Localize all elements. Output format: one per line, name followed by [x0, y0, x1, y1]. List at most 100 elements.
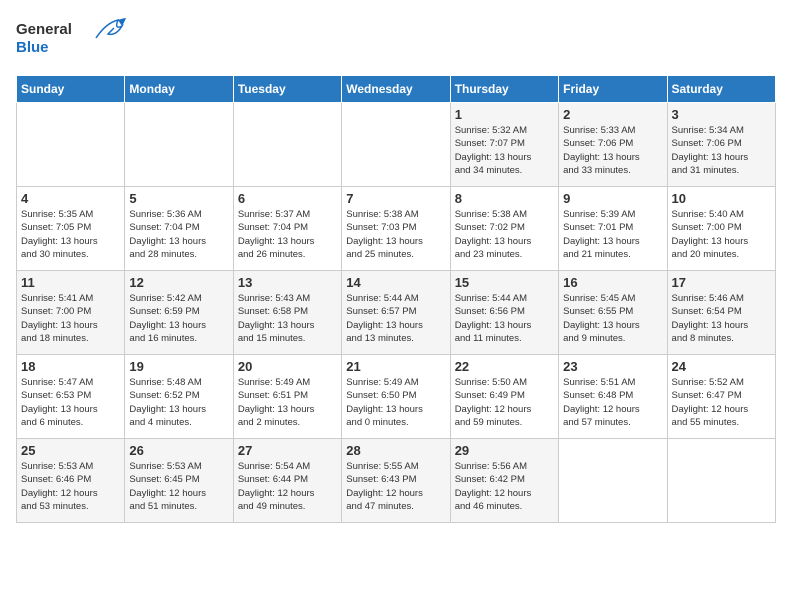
calendar-cell: 8 Sunrise: 5:38 AM Sunset: 7:02 PM Daylig… [450, 187, 558, 271]
day-number: 29 [455, 443, 554, 458]
day-info: Sunrise: 5:55 AM Sunset: 6:43 PM Dayligh… [346, 460, 445, 513]
day-number: 27 [238, 443, 337, 458]
calendar-cell: 22 Sunrise: 5:50 AM Sunset: 6:49 PM Dayli… [450, 355, 558, 439]
day-info: Sunrise: 5:38 AM Sunset: 7:02 PM Dayligh… [455, 208, 554, 261]
calendar-body: 1 Sunrise: 5:32 AM Sunset: 7:07 PM Daylig… [17, 103, 776, 523]
day-number: 26 [129, 443, 228, 458]
calendar-cell: 14 Sunrise: 5:44 AM Sunset: 6:57 PM Dayli… [342, 271, 450, 355]
day-info: Sunrise: 5:48 AM Sunset: 6:52 PM Dayligh… [129, 376, 228, 429]
header-cell-saturday: Saturday [667, 76, 775, 103]
day-info: Sunrise: 5:49 AM Sunset: 6:50 PM Dayligh… [346, 376, 445, 429]
day-number: 9 [563, 191, 662, 206]
header-cell-tuesday: Tuesday [233, 76, 341, 103]
day-info: Sunrise: 5:47 AM Sunset: 6:53 PM Dayligh… [21, 376, 120, 429]
calendar-week-2: 4 Sunrise: 5:35 AM Sunset: 7:05 PM Daylig… [17, 187, 776, 271]
calendar-cell: 7 Sunrise: 5:38 AM Sunset: 7:03 PM Daylig… [342, 187, 450, 271]
day-info: Sunrise: 5:40 AM Sunset: 7:00 PM Dayligh… [672, 208, 771, 261]
day-info: Sunrise: 5:38 AM Sunset: 7:03 PM Dayligh… [346, 208, 445, 261]
calendar-week-1: 1 Sunrise: 5:32 AM Sunset: 7:07 PM Daylig… [17, 103, 776, 187]
calendar-cell [559, 439, 667, 523]
day-number: 11 [21, 275, 120, 290]
calendar-cell: 15 Sunrise: 5:44 AM Sunset: 6:56 PM Dayli… [450, 271, 558, 355]
day-number: 24 [672, 359, 771, 374]
day-number: 14 [346, 275, 445, 290]
calendar-header: SundayMondayTuesdayWednesdayThursdayFrid… [17, 76, 776, 103]
calendar-cell: 13 Sunrise: 5:43 AM Sunset: 6:58 PM Dayli… [233, 271, 341, 355]
day-info: Sunrise: 5:49 AM Sunset: 6:51 PM Dayligh… [238, 376, 337, 429]
day-number: 15 [455, 275, 554, 290]
calendar-week-4: 18 Sunrise: 5:47 AM Sunset: 6:53 PM Dayli… [17, 355, 776, 439]
day-number: 1 [455, 107, 554, 122]
day-number: 21 [346, 359, 445, 374]
day-number: 2 [563, 107, 662, 122]
calendar-cell [342, 103, 450, 187]
calendar-cell [233, 103, 341, 187]
day-number: 3 [672, 107, 771, 122]
day-number: 28 [346, 443, 445, 458]
calendar-cell: 21 Sunrise: 5:49 AM Sunset: 6:50 PM Dayli… [342, 355, 450, 439]
logo: General Blue [16, 16, 136, 65]
header-cell-sunday: Sunday [17, 76, 125, 103]
day-info: Sunrise: 5:46 AM Sunset: 6:54 PM Dayligh… [672, 292, 771, 345]
header-cell-friday: Friday [559, 76, 667, 103]
day-info: Sunrise: 5:56 AM Sunset: 6:42 PM Dayligh… [455, 460, 554, 513]
logo-svg: General Blue [16, 16, 136, 65]
svg-text:General: General [16, 21, 72, 38]
calendar-table: SundayMondayTuesdayWednesdayThursdayFrid… [16, 75, 776, 523]
day-info: Sunrise: 5:44 AM Sunset: 6:57 PM Dayligh… [346, 292, 445, 345]
calendar-cell: 23Sunrise: 5:51 AM Sunset: 6:48 PM Dayli… [559, 355, 667, 439]
calendar-cell: 5 Sunrise: 5:36 AM Sunset: 7:04 PM Daylig… [125, 187, 233, 271]
calendar-cell: 25 Sunrise: 5:53 AM Sunset: 6:46 PM Dayli… [17, 439, 125, 523]
day-info: Sunrise: 5:33 AM Sunset: 7:06 PM Dayligh… [563, 124, 662, 177]
calendar-cell: 19 Sunrise: 5:48 AM Sunset: 6:52 PM Dayli… [125, 355, 233, 439]
day-number: 25 [21, 443, 120, 458]
day-info: Sunrise: 5:35 AM Sunset: 7:05 PM Dayligh… [21, 208, 120, 261]
calendar-cell: 26 Sunrise: 5:53 AM Sunset: 6:45 PM Dayli… [125, 439, 233, 523]
day-number: 22 [455, 359, 554, 374]
day-info: Sunrise: 5:43 AM Sunset: 6:58 PM Dayligh… [238, 292, 337, 345]
svg-text:Blue: Blue [16, 39, 49, 56]
calendar-cell: 10 Sunrise: 5:40 AM Sunset: 7:00 PM Dayli… [667, 187, 775, 271]
header-cell-monday: Monday [125, 76, 233, 103]
day-info: Sunrise: 5:39 AM Sunset: 7:01 PM Dayligh… [563, 208, 662, 261]
calendar-cell: 17Sunrise: 5:46 AM Sunset: 6:54 PM Dayli… [667, 271, 775, 355]
day-number: 19 [129, 359, 228, 374]
day-number: 18 [21, 359, 120, 374]
day-number: 4 [21, 191, 120, 206]
day-info: Sunrise: 5:42 AM Sunset: 6:59 PM Dayligh… [129, 292, 228, 345]
day-number: 7 [346, 191, 445, 206]
day-number: 5 [129, 191, 228, 206]
day-number: 13 [238, 275, 337, 290]
day-info: Sunrise: 5:52 AM Sunset: 6:47 PM Dayligh… [672, 376, 771, 429]
header-row: SundayMondayTuesdayWednesdayThursdayFrid… [17, 76, 776, 103]
calendar-week-3: 11Sunrise: 5:41 AM Sunset: 7:00 PM Dayli… [17, 271, 776, 355]
calendar-cell: 24 Sunrise: 5:52 AM Sunset: 6:47 PM Dayli… [667, 355, 775, 439]
day-info: Sunrise: 5:44 AM Sunset: 6:56 PM Dayligh… [455, 292, 554, 345]
day-info: Sunrise: 5:53 AM Sunset: 6:45 PM Dayligh… [129, 460, 228, 513]
day-number: 12 [129, 275, 228, 290]
calendar-cell: 11Sunrise: 5:41 AM Sunset: 7:00 PM Dayli… [17, 271, 125, 355]
day-number: 8 [455, 191, 554, 206]
day-info: Sunrise: 5:45 AM Sunset: 6:55 PM Dayligh… [563, 292, 662, 345]
calendar-week-5: 25 Sunrise: 5:53 AM Sunset: 6:46 PM Dayli… [17, 439, 776, 523]
day-info: Sunrise: 5:54 AM Sunset: 6:44 PM Dayligh… [238, 460, 337, 513]
day-info: Sunrise: 5:32 AM Sunset: 7:07 PM Dayligh… [455, 124, 554, 177]
day-number: 16 [563, 275, 662, 290]
calendar-cell: 18 Sunrise: 5:47 AM Sunset: 6:53 PM Dayli… [17, 355, 125, 439]
calendar-cell: 6Sunrise: 5:37 AM Sunset: 7:04 PM Daylig… [233, 187, 341, 271]
calendar-cell: 4 Sunrise: 5:35 AM Sunset: 7:05 PM Daylig… [17, 187, 125, 271]
calendar-cell: 27 Sunrise: 5:54 AM Sunset: 6:44 PM Dayli… [233, 439, 341, 523]
calendar-cell: 20 Sunrise: 5:49 AM Sunset: 6:51 PM Dayli… [233, 355, 341, 439]
day-info: Sunrise: 5:50 AM Sunset: 6:49 PM Dayligh… [455, 376, 554, 429]
day-number: 10 [672, 191, 771, 206]
calendar-cell [125, 103, 233, 187]
calendar-cell [17, 103, 125, 187]
day-info: Sunrise: 5:53 AM Sunset: 6:46 PM Dayligh… [21, 460, 120, 513]
calendar-cell: 12 Sunrise: 5:42 AM Sunset: 6:59 PM Dayli… [125, 271, 233, 355]
page-header: General Blue [16, 16, 776, 65]
calendar-cell [667, 439, 775, 523]
day-info: Sunrise: 5:37 AM Sunset: 7:04 PM Dayligh… [238, 208, 337, 261]
day-info: Sunrise: 5:36 AM Sunset: 7:04 PM Dayligh… [129, 208, 228, 261]
calendar-cell: 1 Sunrise: 5:32 AM Sunset: 7:07 PM Daylig… [450, 103, 558, 187]
day-number: 20 [238, 359, 337, 374]
